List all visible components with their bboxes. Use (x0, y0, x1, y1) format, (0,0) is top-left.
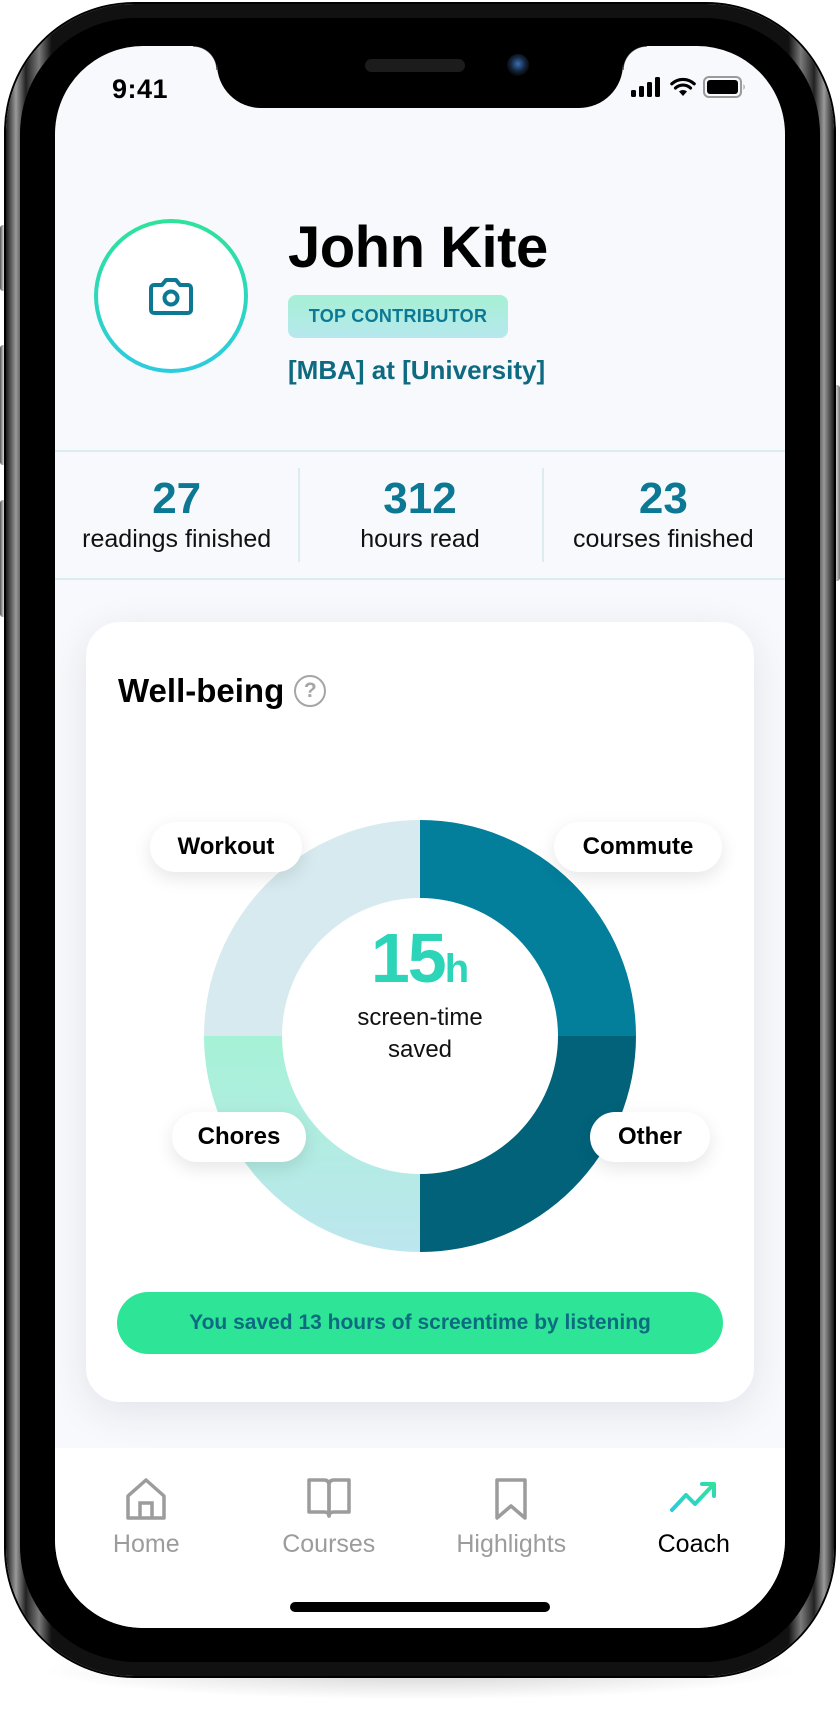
stat-value: 23 (638, 474, 688, 523)
screentime-banner: You saved 13 hours of screentime by list… (117, 1292, 723, 1354)
profile-name: John Kite (288, 215, 548, 280)
role-badge-label: TOP CONTRIBUTOR (308, 306, 488, 326)
status-time: 9:41 (112, 74, 169, 104)
banner-text: You saved 13 hours of screentime by list… (189, 1311, 651, 1334)
avatar-inner (98, 223, 244, 369)
camera-icon (149, 278, 193, 315)
book-icon (307, 1478, 351, 1518)
notch (193, 46, 647, 108)
stat-value: 312 (383, 474, 457, 523)
stat-label: hours read (360, 525, 480, 553)
tab-highlights[interactable]: Highlights (420, 1448, 603, 1628)
tab-coach[interactable]: Coach (603, 1448, 786, 1628)
tab-label: Coach (657, 1530, 730, 1558)
tab-bar: Home Courses Highlights Coach (55, 1448, 785, 1628)
home-icon (126, 1478, 166, 1520)
speaker-grille (365, 59, 465, 72)
screen: 9:41 John Kite TOP CONTRIBUTOR [MBA] at … (55, 46, 785, 1628)
slice-label-other[interactable]: Other (590, 1112, 710, 1162)
stat-value: 27 (152, 474, 202, 523)
signal-icon (631, 77, 660, 97)
status-icons (631, 76, 747, 98)
stat-courses: 23 courses finished (541, 452, 785, 578)
battery-icon (703, 76, 745, 98)
slice-label-commute[interactable]: Commute (554, 822, 722, 872)
stat-label: courses finished (572, 525, 754, 553)
center-unit: h (444, 947, 470, 991)
profile-affiliation: [MBA] at [University] (288, 355, 546, 385)
home-indicator[interactable] (290, 1602, 550, 1612)
tab-label: Highlights (456, 1530, 567, 1558)
center-number: 15 (370, 919, 447, 997)
tab-home[interactable]: Home (55, 1448, 238, 1628)
tab-label: Courses (282, 1530, 376, 1558)
wellbeing-card: Well-being ? 15h screen-time saved Worko… (86, 622, 754, 1402)
center-label-line2: saved (387, 1036, 453, 1063)
center-label: screen-time saved (320, 1002, 520, 1066)
bookmark-icon (495, 1478, 527, 1520)
avatar-upload[interactable] (94, 219, 248, 373)
front-camera (507, 54, 529, 76)
side-button-power (833, 385, 840, 581)
slice-label-chores[interactable]: Chores (172, 1112, 306, 1162)
slice-label-workout[interactable]: Workout (150, 822, 302, 872)
tab-label: Home (112, 1530, 180, 1558)
role-badge: TOP CONTRIBUTOR (288, 295, 508, 338)
stat-hours: 312 hours read (298, 452, 541, 578)
stat-label: readings finished (82, 525, 272, 553)
center-label-line1: screen-time (357, 1004, 483, 1031)
tab-courses[interactable]: Courses (238, 1448, 421, 1628)
stats-row: 27 readings finished 312 hours read 23 c… (55, 450, 785, 580)
trending-up-icon (669, 1482, 716, 1512)
stat-readings: 27 readings finished (55, 452, 298, 578)
center-value: 15h (320, 922, 520, 1005)
wifi-icon (670, 77, 696, 96)
